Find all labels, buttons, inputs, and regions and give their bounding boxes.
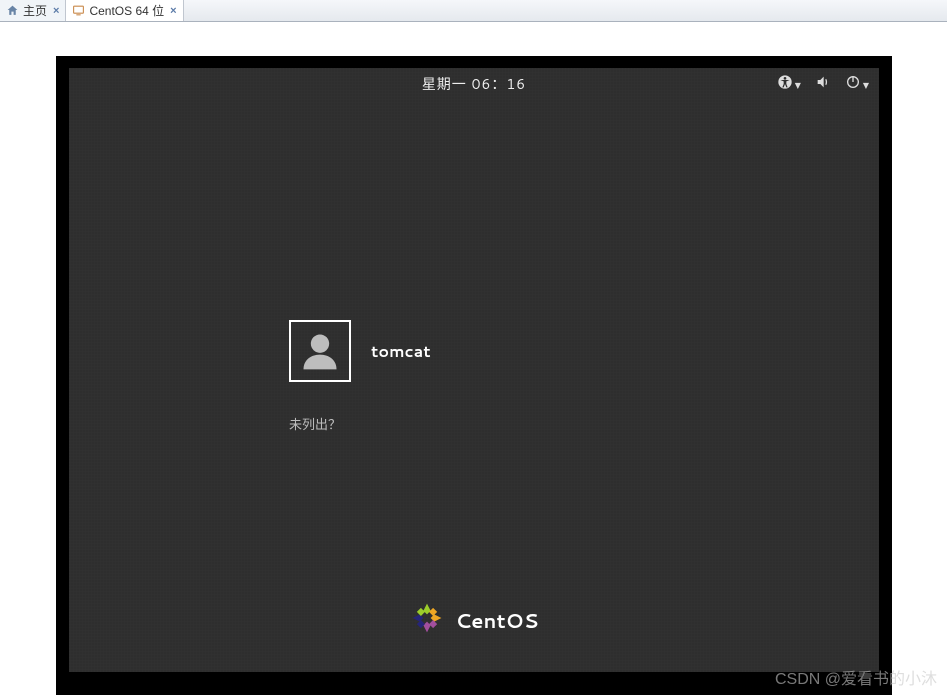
tab-bar: 主页 × CentOS 64 位 ×: [0, 0, 947, 22]
vm-black-frame: 星期一 06：16 ▼: [56, 56, 892, 695]
power-icon: [845, 74, 861, 95]
centos-logo-icon: [409, 600, 445, 642]
chevron-down-icon: ▼: [863, 79, 869, 91]
volume-icon: [815, 74, 831, 95]
vm-viewport: 星期一 06：16 ▼: [0, 22, 947, 695]
tab-label: CentOS 64 位: [89, 2, 164, 19]
vm-icon: [72, 4, 85, 17]
avatar: [289, 320, 351, 382]
home-icon: [6, 4, 19, 17]
username-label: tomcat: [371, 340, 431, 363]
accessibility-menu[interactable]: ▼: [777, 74, 801, 95]
tab-label: 主页: [23, 2, 47, 19]
clock: 星期一 06：16: [422, 74, 526, 94]
topbar-right: ▼ ▼: [777, 74, 869, 95]
login-user-list: tomcat 未列出？: [289, 320, 431, 434]
close-icon[interactable]: ×: [53, 5, 59, 17]
brand-name: CentOS: [455, 607, 538, 635]
chevron-down-icon: ▼: [795, 79, 801, 91]
volume-button[interactable]: [815, 74, 831, 95]
centos-login-screen[interactable]: 星期一 06：16 ▼: [69, 68, 879, 672]
user-tomcat[interactable]: tomcat: [289, 320, 431, 382]
tab-centos[interactable]: CentOS 64 位 ×: [66, 0, 183, 21]
centos-branding: CentOS: [69, 600, 879, 642]
power-menu[interactable]: ▼: [845, 74, 869, 95]
close-icon[interactable]: ×: [170, 5, 176, 17]
tab-home[interactable]: 主页 ×: [0, 0, 66, 21]
not-listed-link[interactable]: 未列出？: [289, 414, 431, 434]
accessibility-icon: [777, 74, 793, 95]
gnome-topbar: 星期一 06：16 ▼: [69, 68, 879, 96]
